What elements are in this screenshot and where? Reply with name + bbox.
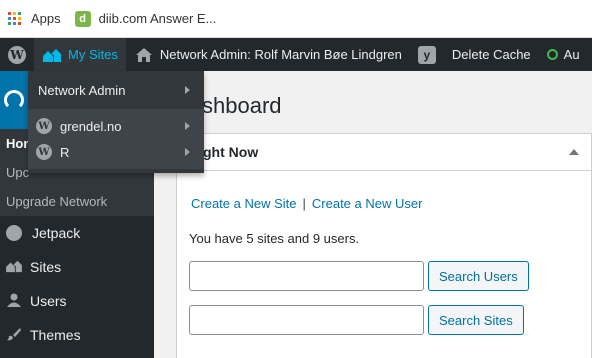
chevron-right-icon [185,86,190,94]
site-user-count: You have 5 sites and 9 users. [189,231,360,246]
search-users-button[interactable]: Search Users [428,261,529,291]
my-sites-menu[interactable]: My Sites [34,38,126,71]
collapse-arrow-icon[interactable] [569,149,579,155]
network-admin-label: Network Admin: Rolf Marvin Bøe Lindgren [159,47,402,62]
search-sites-button[interactable]: Search Sites [428,305,524,335]
sidebar-item-users[interactable]: Users [0,284,154,318]
wordpress-logo-icon: W [36,144,52,160]
create-site-link[interactable]: Create a New Site [191,196,297,211]
dropdown-item-site[interactable]: W R [28,139,204,165]
sidebar-item-jetpack[interactable]: Jetpack [0,216,154,250]
main-content: shboard ght Now Create a New Site | Create… [154,71,592,358]
search-sites-form: Search Sites [189,305,524,335]
sidebar-item-sites[interactable]: Sites [0,250,154,284]
search-users-input[interactable] [189,261,424,291]
chevron-right-icon [185,122,190,130]
right-now-header[interactable]: ght Now [177,134,591,171]
delete-cache-label: Delete Cache [451,47,531,62]
search-users-form: Search Users [189,261,529,291]
my-sites-dropdown: Network Admin W grendel.no W R [28,71,204,173]
sites-icon [4,259,24,276]
paintbrush-icon [4,327,24,344]
dropdown-item-site[interactable]: W grendel.no [28,113,204,139]
bookmark-diib[interactable]: d diib.com Answer E... [74,10,217,27]
quick-links: Create a New Site | Create a New User [191,196,422,211]
delete-cache-button[interactable]: Delete Cache [444,38,539,71]
bookmarks-bar: Apps d diib.com Answer E... [0,0,592,38]
dropdown-sites-list: W grendel.no W R [28,109,204,169]
dropdown-item-network-admin[interactable]: Network Admin [28,71,204,109]
my-sites-label: My Sites [68,47,118,62]
sidebar-item-label: Sites [30,259,62,275]
submenu-item-upgrade-network[interactable]: Upgrade Network [6,187,148,216]
search-sites-input[interactable] [189,305,424,335]
bookmark-apps-label: Apps [31,11,61,26]
create-user-link[interactable]: Create a New User [312,196,423,211]
wp-logo-menu[interactable]: W [0,38,34,71]
chevron-right-icon [185,148,190,156]
autoptimize-label: Au [563,47,580,62]
bookmark-diib-label: diib.com Answer E... [98,11,217,26]
network-admin-menu[interactable]: Network Admin: Rolf Marvin Bøe Lindgren [126,38,410,71]
home-icon [134,45,154,65]
my-sites-icon [42,45,62,65]
jetpack-icon [6,225,22,241]
yoast-icon: y [417,45,436,64]
dashboard-gauge-icon [4,90,24,110]
dropdown-item-label: grendel.no [60,118,122,134]
dropdown-item-label: R [60,144,70,160]
page-title: shboard [202,93,282,118]
diib-logo-icon: d [74,10,91,27]
right-now-panel: ght Now Create a New Site | Create a New U… [176,133,592,358]
sidebar-item-themes[interactable]: Themes [0,318,154,352]
status-ring-icon [546,49,558,60]
apps-grid-icon [8,12,21,25]
autoptimize-menu[interactable]: Au [539,38,588,71]
admin-bar: W My Sites Network Admin: Rolf Marvin Bø… [0,38,592,71]
panel-title: ght Now [203,144,259,160]
wordpress-logo-icon: W [8,45,26,64]
bookmark-apps[interactable]: Apps [8,11,61,26]
dropdown-item-label: Network Admin [38,82,126,98]
sidebar-item-label: Jetpack [32,225,81,241]
sidebar-item-label: Users [30,293,67,309]
link-separator: | [302,196,306,211]
wordpress-logo-icon: W [36,118,52,134]
users-icon [4,293,24,310]
sidebar-item-label: Themes [30,327,81,343]
yoast-menu[interactable]: y [410,38,444,71]
